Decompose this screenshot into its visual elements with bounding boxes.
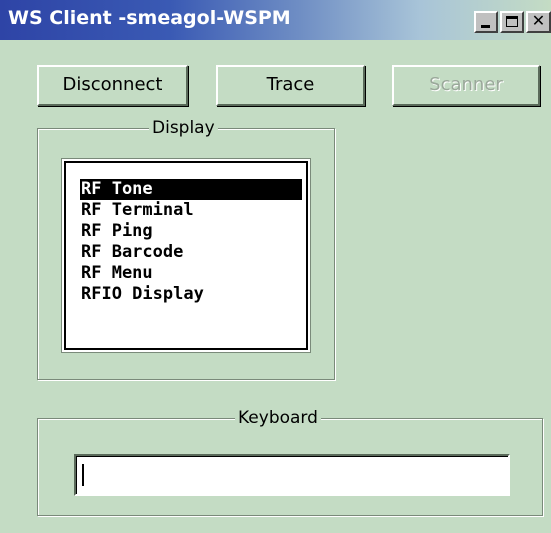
display-listbox[interactable]: RF Tone RF Terminal RF Ping RF Barcode R…	[64, 161, 308, 350]
minimize-icon	[481, 25, 490, 28]
window-title: WS Client -smeagol-WSPM	[8, 7, 291, 29]
close-icon: ✕	[531, 11, 546, 30]
list-item-rf-tone[interactable]: RF Tone	[80, 179, 302, 200]
list-item-rf-terminal[interactable]: RF Terminal	[80, 200, 302, 221]
keyboard-input[interactable]	[74, 454, 510, 496]
minimize-button[interactable]	[474, 11, 498, 33]
keyboard-group-label: Keyboard	[235, 408, 321, 428]
list-item-rfio-display[interactable]: RFIO Display	[80, 284, 302, 305]
title-bar[interactable]: WS Client -smeagol-WSPM ✕	[0, 0, 551, 40]
display-group-label: Display	[149, 118, 218, 138]
list-item-rf-barcode[interactable]: RF Barcode	[80, 242, 302, 263]
display-list: RF Tone RF Terminal RF Ping RF Barcode R…	[80, 179, 302, 305]
maximize-icon	[506, 16, 518, 27]
list-item-rf-menu[interactable]: RF Menu	[80, 263, 302, 284]
trace-button[interactable]: Trace	[216, 65, 365, 106]
maximize-button[interactable]	[500, 11, 524, 33]
list-item-rf-ping[interactable]: RF Ping	[80, 221, 302, 242]
ws-client-window: WS Client -smeagol-WSPM ✕ Disconnect Tra…	[0, 0, 551, 533]
text-caret	[82, 464, 84, 486]
close-button[interactable]: ✕	[526, 11, 551, 33]
scanner-button: Scanner	[392, 65, 540, 106]
disconnect-button[interactable]: Disconnect	[37, 65, 188, 106]
